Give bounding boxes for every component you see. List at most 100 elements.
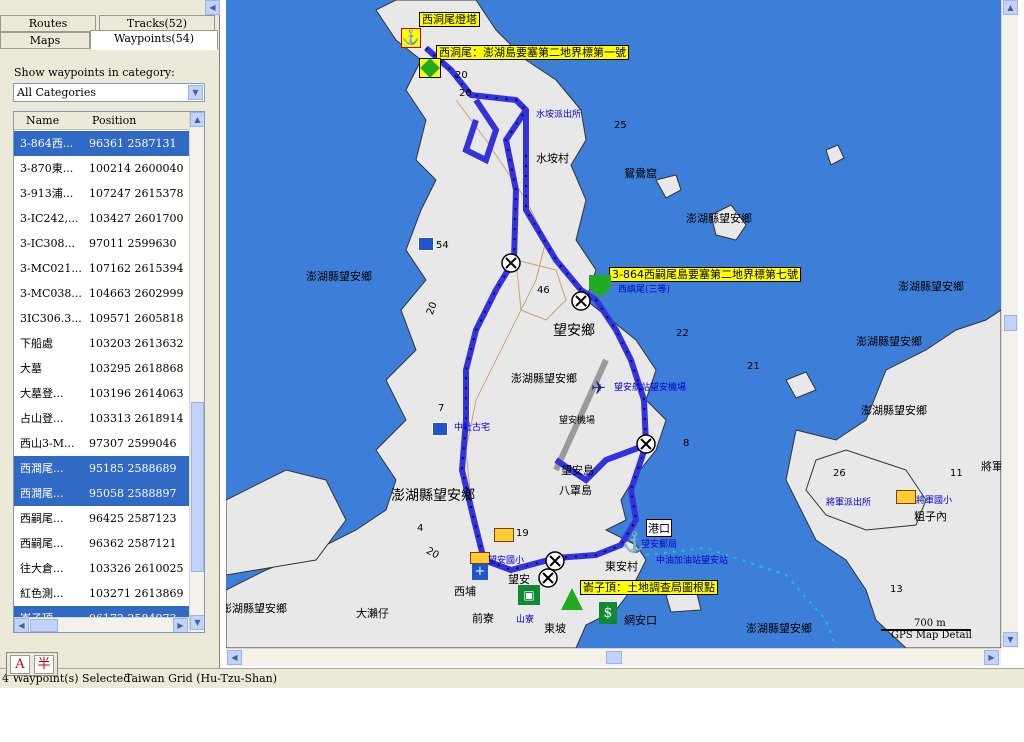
waypoint-position: 107247 2615378	[89, 187, 184, 200]
scroll-down-icon[interactable]: ▼	[190, 615, 204, 630]
ime-toolbar[interactable]: A 半	[6, 652, 58, 676]
medical-cross-icon[interactable]: +	[472, 564, 488, 580]
list-hscrollbar[interactable]: ◀ ▶	[14, 617, 189, 632]
column-header-position[interactable]: Position	[92, 114, 136, 127]
waypoint-name: 西澗尾...	[20, 462, 64, 475]
elevation-label: 25	[614, 120, 627, 131]
list-item[interactable]: 西澗尾... 95058 2588897	[14, 481, 189, 506]
list-scrollbar[interactable]: ▲ ▼	[189, 112, 204, 632]
waypoint-name: 3-870東...	[20, 162, 74, 175]
airplane-icon: ✈	[591, 378, 607, 399]
waypoint-position: 103196 2614063	[89, 387, 184, 400]
list-item[interactable]: 往大倉... 103326 2610025	[14, 556, 189, 581]
list-item[interactable]: 3IC306.3... 109571 2605818	[14, 306, 189, 331]
map-detail-label: GPS Map Detail	[891, 630, 972, 641]
list-item[interactable]: 西嗣尾... 96425 2587123	[14, 506, 189, 531]
elevation-label: 46	[537, 285, 550, 296]
county-label: 澎湖縣望安鄉	[226, 602, 287, 615]
waypoint-label-marker7[interactable]: 3-864西嗣尾島要塞第二地界標第七號	[609, 267, 801, 282]
list-item[interactable]: 占山登... 103313 2618914	[14, 406, 189, 431]
scroll-thumb[interactable]	[191, 402, 204, 572]
waypoint-list[interactable]: Name Position 3-864西... 96361 2587131 3-87…	[13, 111, 205, 633]
list-item[interactable]: 紅色測... 103271 2613869	[14, 581, 189, 606]
collapse-arrow-icon[interactable]: ◀	[205, 0, 220, 15]
waypoint-position: 104663 2602999	[89, 287, 184, 300]
list-item[interactable]: 大墓 103295 2618868	[14, 356, 189, 381]
list-item[interactable]: 西澗尾... 95185 2588689	[14, 456, 189, 481]
waypoint-label-bureau[interactable]: 嵛子頂：土地調查局圖根點	[580, 580, 718, 595]
map-hthumb[interactable]	[606, 651, 622, 664]
scroll-left-icon[interactable]: ◀	[227, 650, 242, 665]
scroll-left-icon[interactable]: ◀	[14, 618, 29, 632]
scale-bar: 700 m GPS Map Detail	[881, 618, 972, 641]
scroll-down-icon[interactable]: ▼	[1003, 632, 1018, 647]
map-vscrollbar[interactable]: ▲ ▼	[1001, 0, 1018, 648]
bank-icon[interactable]: $	[599, 602, 617, 624]
waypoint-position: 96361 2587131	[89, 137, 177, 150]
list-item[interactable]: 下船處 103203 2613632	[14, 331, 189, 356]
list-item[interactable]: 3-IC308... 97011 2599630	[14, 231, 189, 256]
list-item[interactable]: 大墓登... 103196 2614063	[14, 381, 189, 406]
list-item[interactable]: 3-864西... 96361 2587131	[14, 131, 189, 156]
map-hscrollbar[interactable]: ◀ ▶	[226, 648, 1001, 666]
poi-label: 中油加油站望安站	[656, 556, 729, 566]
list-item[interactable]: 3-MC038... 104663 2602999	[14, 281, 189, 306]
islet-d	[785, 371, 817, 399]
ime-alpha-button[interactable]: A	[10, 655, 30, 674]
bus-icon[interactable]	[896, 490, 916, 504]
list-item[interactable]: 3-913浦... 107247 2615378	[14, 181, 189, 206]
elevation-label: 20	[459, 88, 472, 99]
scroll-right-icon[interactable]: ▶	[173, 618, 188, 632]
waypoint-position: 95058 2588897	[89, 487, 177, 500]
place-label: 將軍	[981, 460, 1001, 473]
scroll-up-icon[interactable]: ▲	[1003, 0, 1018, 15]
waypoint-label-lighthouse[interactable]: 西洞尾燈塔	[419, 12, 480, 27]
hscroll-thumb[interactable]	[30, 619, 58, 632]
hospital-icon[interactable]: ▣	[518, 585, 540, 605]
camera-icon[interactable]	[432, 422, 448, 436]
place-label: 望安鄉	[553, 323, 595, 339]
county-label: 澎湖縣望安鄉	[856, 335, 922, 348]
map-vthumb[interactable]	[1004, 315, 1017, 331]
waypoint-name: 3-MC038...	[20, 287, 82, 300]
bus-icon[interactable]	[494, 528, 514, 542]
place-label: 港口	[646, 519, 672, 537]
map-canvas[interactable]	[226, 0, 1001, 648]
waypoint-label-marker1[interactable]: 西洞尾：澎湖島要塞第二地界標第一號	[436, 45, 629, 60]
poi-label: 將軍派出所	[826, 498, 872, 508]
map-view[interactable]: 西洞尾燈塔 西洞尾：澎湖島要塞第二地界標第一號 3-864西嗣尾島要塞第二地界標…	[226, 0, 1001, 648]
waypoint-name: 紅色測...	[20, 587, 64, 600]
diamond-marker-icon[interactable]	[419, 58, 441, 78]
ime-halfwidth-button[interactable]: 半	[34, 655, 54, 674]
poi-label: 山寮	[516, 615, 535, 625]
elevation-label: 11	[950, 468, 963, 479]
camera-icon[interactable]	[418, 237, 434, 251]
waypoint-position: 95185 2588689	[89, 462, 177, 475]
place-label: 東坡	[544, 622, 566, 635]
chevron-down-icon[interactable]: ▼	[188, 85, 203, 100]
place-label: 望安	[508, 573, 530, 586]
list-item[interactable]: 西嗣尾... 96362 2587121	[14, 531, 189, 556]
tab-waypoints[interactable]: Waypoints(54)	[90, 30, 218, 50]
tab-maps[interactable]: Maps	[0, 32, 90, 49]
tab-routes[interactable]: Routes	[0, 15, 96, 32]
bus-icon[interactable]	[470, 552, 490, 564]
side-panel: Routes Tracks(52) Maps Waypoints(54) ◀ S…	[0, 0, 220, 668]
list-item[interactable]: 3-MC021... 107162 2615394	[14, 256, 189, 281]
column-header-name[interactable]: Name	[26, 114, 59, 127]
grid-status: Taiwan Grid (Hu-Tzu-Shan)	[125, 672, 277, 685]
category-select[interactable]: All Categories ▼	[13, 83, 205, 102]
elevation-label: 22	[676, 328, 689, 339]
lighthouse-icon[interactable]: ⚓	[401, 28, 421, 48]
list-item[interactable]: 3-IC242,... 103427 2601700	[14, 206, 189, 231]
scroll-right-icon[interactable]: ▶	[984, 650, 999, 665]
poi-label: 中社古宅	[454, 423, 491, 433]
list-item[interactable]: 西山3-M... 97307 2599046	[14, 431, 189, 456]
waypoint-position: 103271 2613869	[89, 587, 184, 600]
scroll-up-icon[interactable]: ▲	[190, 112, 204, 127]
poi-label: 望安郵局	[641, 540, 678, 550]
list-item[interactable]: 3-870東... 100214 2600040	[14, 156, 189, 181]
waypoint-name: 占山登...	[20, 412, 64, 425]
status-bar: 4 Waypoint(s) Selected Taiwan Grid (Hu-T…	[0, 668, 1024, 688]
elevation-label: 54	[436, 240, 449, 251]
